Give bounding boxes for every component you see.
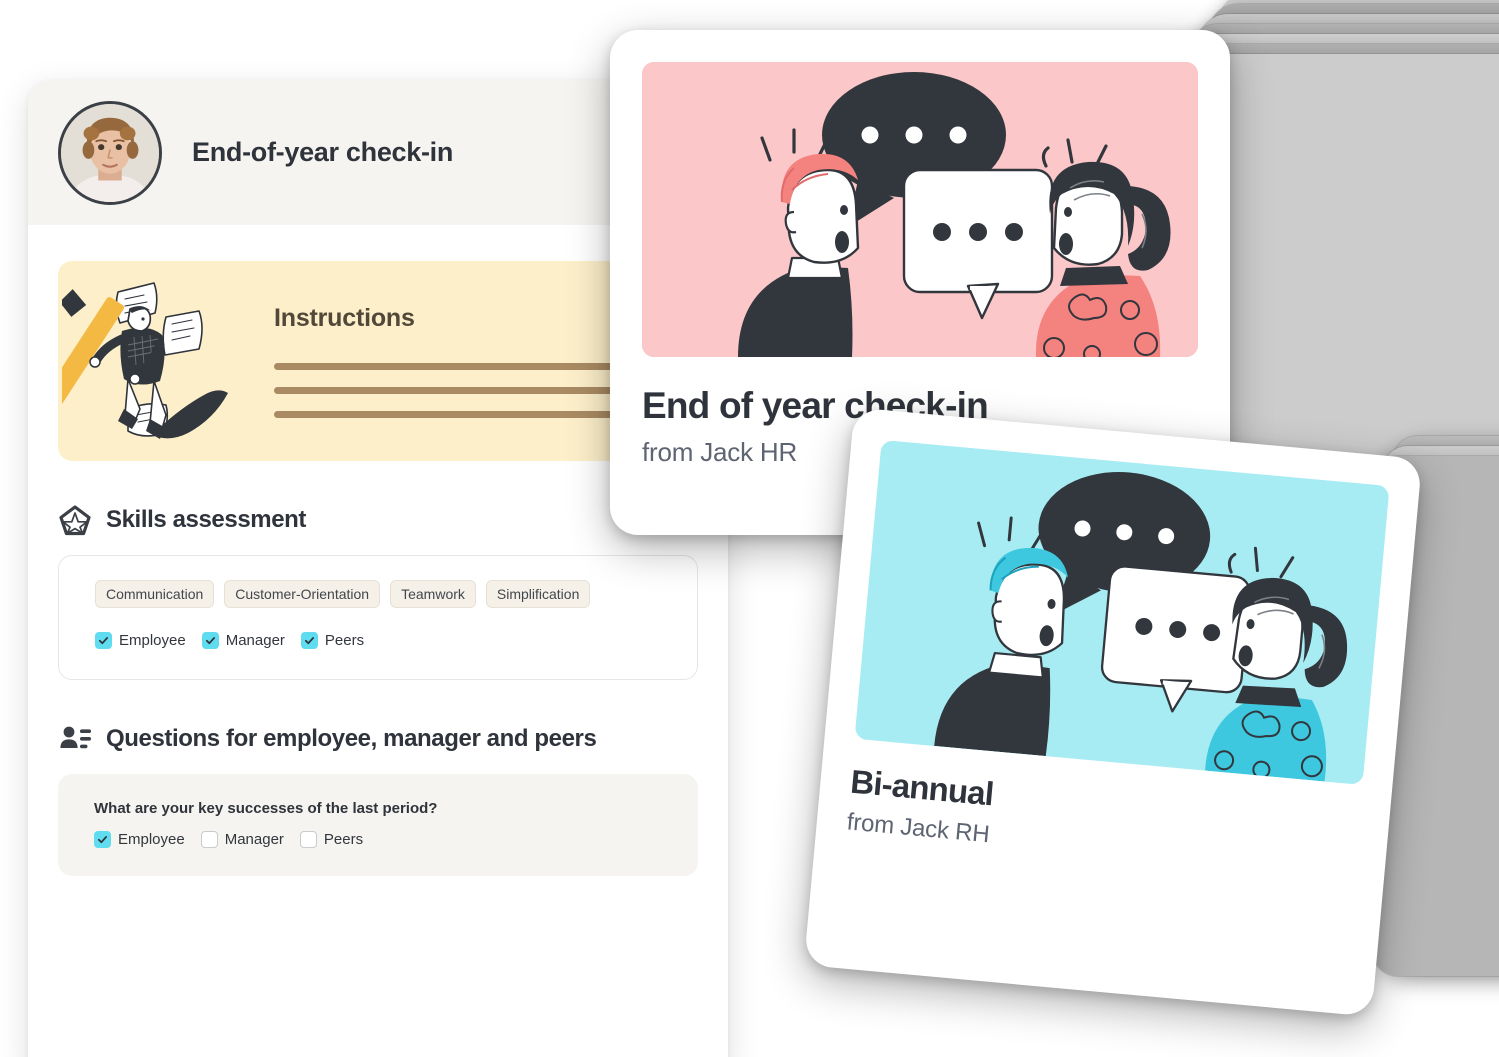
skills-assessment-section: Skills assessment Communication Customer… (58, 503, 698, 680)
skills-audience-checkbox-group: Employee Manager Peers (59, 632, 697, 649)
checkbox-label: Employee (119, 632, 186, 649)
checkbox-box-checked[interactable] (94, 831, 111, 848)
avatar (58, 100, 162, 205)
user-avatar-photo-icon (61, 103, 159, 202)
question-item-panel: What are your key successes of the last … (58, 774, 698, 876)
skill-tag[interactable]: Teamwork (390, 580, 476, 608)
checkbox-label: Manager (225, 632, 285, 649)
checkbox-label: Peers (324, 632, 365, 649)
checkbox-box-unchecked[interactable] (299, 831, 317, 848)
instructions-panel: Instructions (58, 261, 698, 461)
template-card-bi-annual[interactable]: Bi-annual from Jack RH (803, 407, 1423, 1017)
question-text: What are your key successes of the last … (94, 800, 438, 817)
checkbox-box-checked[interactable] (300, 632, 318, 649)
screenshot-stage: End-of-year check-in Instructions Skills… (0, 0, 1499, 1057)
checkbox-box-checked[interactable] (201, 632, 219, 649)
questions-section: Questions for employee, manager and peer… (58, 722, 698, 876)
questions-heading: Questions for employee, manager and peer… (58, 722, 698, 756)
checkbox-label: Manager (224, 831, 284, 848)
checkbox-manager[interactable]: Manager (200, 831, 284, 848)
checkbox-employee[interactable]: Employee (94, 831, 185, 848)
skill-tag[interactable]: Communication (95, 580, 215, 608)
page-title: End-of-year check-in (192, 137, 454, 167)
two-people-talking-illustration-icon (642, 62, 1198, 357)
check-icon (97, 836, 108, 844)
skill-tag[interactable]: Customer-Orientation (224, 580, 381, 608)
check-icon (205, 637, 215, 645)
check-icon (98, 637, 109, 645)
checkbox-manager[interactable]: Manager (201, 632, 285, 649)
checkbox-employee[interactable]: Employee (95, 632, 186, 649)
skills-assessment-title: Skills assessment (106, 506, 307, 533)
person-with-pencil-illustration-icon (62, 269, 262, 454)
check-icon (304, 637, 314, 645)
skill-tag[interactable]: Simplification (485, 580, 591, 608)
two-people-talking-illustration-icon (854, 439, 1390, 785)
question-audience-checkbox-group: Employee Manager Peers (58, 831, 698, 848)
pentagon-radar-icon (58, 503, 92, 537)
checkbox-peers[interactable]: Peers (299, 831, 364, 848)
skill-tag-list: Communication Customer-Orientation Teamw… (59, 580, 697, 608)
skills-assessment-heading: Skills assessment (58, 503, 698, 537)
checkbox-label: Peers (323, 831, 364, 848)
checkbox-peers[interactable]: Peers (300, 632, 365, 649)
checkbox-label: Employee (118, 831, 185, 848)
skills-assessment-panel: Communication Customer-Orientation Teamw… (58, 555, 698, 680)
checkbox-box-unchecked[interactable] (200, 831, 218, 848)
person-list-icon (58, 722, 92, 756)
checkbox-box-checked[interactable] (95, 632, 112, 649)
questions-title: Questions for employee, manager and peer… (106, 725, 597, 752)
